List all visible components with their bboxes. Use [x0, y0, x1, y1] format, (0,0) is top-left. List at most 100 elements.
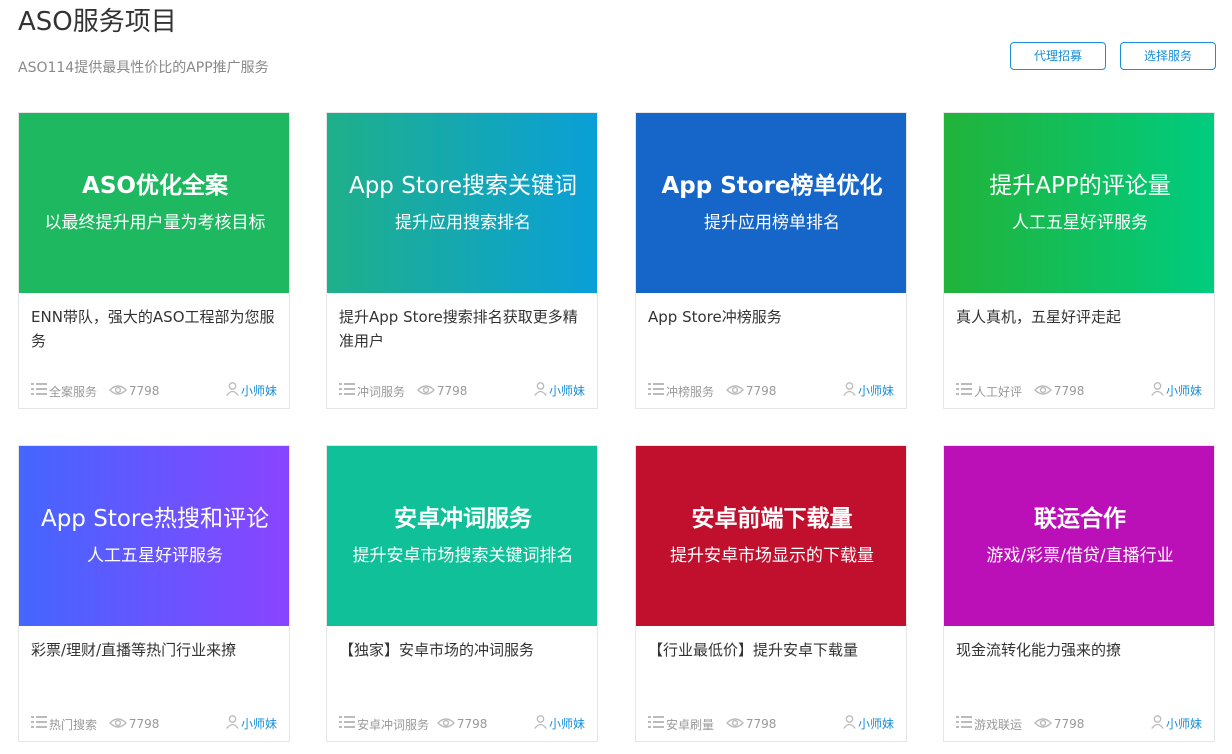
list-icon [956, 382, 972, 402]
card-banner-title: ASO优化全案 [82, 173, 228, 199]
eye-icon [725, 382, 744, 402]
card-banner-subtitle: 提升安卓市场搜索关键词排名 [352, 546, 574, 566]
list-icon [648, 382, 664, 402]
eye-icon [1033, 715, 1052, 735]
card-banner[interactable]: App Store热搜和评论 人工五星好评服务 [19, 446, 289, 626]
service-card-appstore-keyword[interactable]: App Store搜索关键词 提升应用搜索排名 提升App Store搜索排名获… [326, 112, 598, 409]
user-icon [226, 381, 239, 402]
user-icon [843, 714, 856, 735]
eye-icon [108, 382, 127, 402]
service-card-android-keyword[interactable]: 安卓冲词服务 提升安卓市场搜索关键词排名 【独家】安卓市场的冲词服务 安卓冲词服… [326, 445, 598, 742]
card-banner-title: 联运合作 [1034, 506, 1126, 532]
card-banner-title: 安卓冲词服务 [394, 506, 532, 532]
card-category[interactable]: 热门搜索 [49, 715, 97, 735]
card-banner[interactable]: 提升APP的评论量 人工五星好评服务 [944, 113, 1214, 293]
card-author[interactable]: 小师妹 [241, 384, 277, 398]
page-subtitle: ASO114提供最具性价比的APP推广服务 [18, 60, 269, 76]
list-icon [648, 715, 664, 735]
user-icon [226, 714, 239, 735]
card-banner-subtitle: 人工五星好评服务 [1012, 213, 1148, 233]
card-meta: 全案服务 7798 小师妹 [31, 381, 277, 401]
list-icon [339, 715, 355, 735]
card-banner[interactable]: ASO优化全案 以最终提升用户量为考核目标 [19, 113, 289, 293]
card-description[interactable]: 【行业最低价】提升安卓下载量 [648, 638, 896, 662]
card-banner-title: 提升APP的评论量 [989, 173, 1171, 199]
select-service-button[interactable]: 选择服务 [1120, 42, 1216, 70]
card-banner[interactable]: 联运合作 游戏/彩票/借贷/直播行业 [944, 446, 1214, 626]
card-description[interactable]: 真人真机，五星好评走起 [956, 305, 1204, 329]
card-meta: 热门搜索 7798 小师妹 [31, 714, 277, 734]
card-author[interactable]: 小师妹 [858, 384, 894, 398]
card-category[interactable]: 冲榜服务 [666, 382, 714, 402]
card-views: 7798 [456, 717, 488, 732]
card-meta: 人工好评 7798 小师妹 [956, 381, 1202, 401]
card-banner-subtitle: 人工五星好评服务 [87, 546, 223, 566]
card-banner[interactable]: App Store搜索关键词 提升应用搜索排名 [327, 113, 597, 293]
card-views: 7798 [1053, 384, 1085, 399]
card-author[interactable]: 小师妹 [549, 384, 585, 398]
card-description[interactable]: App Store冲榜服务 [648, 305, 896, 329]
card-meta: 冲榜服务 7798 小师妹 [648, 381, 894, 401]
service-card-hot-search[interactable]: App Store热搜和评论 人工五星好评服务 彩票/理财/直播等热门行业来撩 … [18, 445, 290, 742]
service-card-appstore-ranking[interactable]: App Store榜单优化 提升应用榜单排名 App Store冲榜服务 冲榜服… [635, 112, 907, 409]
user-icon [1151, 714, 1164, 735]
user-icon [1151, 381, 1164, 402]
card-banner-title: App Store搜索关键词 [348, 173, 578, 199]
card-category[interactable]: 安卓刷量 [666, 715, 714, 735]
user-icon [534, 714, 547, 735]
card-banner-title: 安卓前端下载量 [691, 506, 853, 532]
card-banner[interactable]: App Store榜单优化 提升应用榜单排名 [636, 113, 906, 293]
card-description[interactable]: 彩票/理财/直播等热门行业来撩 [31, 638, 279, 662]
user-icon [534, 381, 547, 402]
card-category[interactable]: 冲词服务 [357, 382, 405, 402]
eye-icon [725, 715, 744, 735]
card-category[interactable]: 全案服务 [49, 382, 97, 402]
card-views: 7798 [436, 384, 468, 399]
card-description[interactable]: ENN带队，强大的ASO工程部为您服务 [31, 305, 279, 353]
service-card-app-reviews[interactable]: 提升APP的评论量 人工五星好评服务 真人真机，五星好评走起 人工好评 7798… [943, 112, 1215, 409]
card-author[interactable]: 小师妹 [1166, 717, 1202, 731]
card-views: 7798 [128, 717, 160, 732]
agent-recruit-button[interactable]: 代理招募 [1010, 42, 1106, 70]
card-author[interactable]: 小师妹 [241, 717, 277, 731]
card-views: 7798 [128, 384, 160, 399]
card-author[interactable]: 小师妹 [858, 717, 894, 731]
card-category[interactable]: 游戏联运 [974, 715, 1022, 735]
card-banner-subtitle: 提升应用搜索排名 [395, 213, 531, 233]
card-banner-subtitle: 提升安卓市场显示的下载量 [670, 546, 874, 566]
card-banner[interactable]: 安卓前端下载量 提升安卓市场显示的下载量 [636, 446, 906, 626]
card-meta: 安卓刷量 7798 小师妹 [648, 714, 894, 734]
list-icon [31, 382, 47, 402]
list-icon [339, 382, 355, 402]
list-icon [31, 715, 47, 735]
card-meta: 游戏联运 7798 小师妹 [956, 714, 1202, 734]
card-author[interactable]: 小师妹 [1166, 384, 1202, 398]
card-banner[interactable]: 安卓冲词服务 提升安卓市场搜索关键词排名 [327, 446, 597, 626]
card-banner-title: App Store榜单优化 [661, 173, 883, 199]
eye-icon [108, 715, 127, 735]
list-icon [956, 715, 972, 735]
eye-icon [436, 715, 455, 735]
service-card-aso-full[interactable]: ASO优化全案 以最终提升用户量为考核目标 ENN带队，强大的ASO工程部为您服… [18, 112, 290, 409]
page-title: ASO服务项目 [18, 7, 177, 37]
card-meta: 冲词服务 7798 小师妹 [339, 381, 585, 401]
eye-icon [416, 382, 435, 402]
card-description[interactable]: 提升App Store搜索排名获取更多精准用户 [339, 305, 587, 353]
card-author[interactable]: 小师妹 [549, 717, 585, 731]
service-card-android-downloads[interactable]: 安卓前端下载量 提升安卓市场显示的下载量 【行业最低价】提升安卓下载量 安卓刷量… [635, 445, 907, 742]
card-views: 7798 [745, 717, 777, 732]
card-description[interactable]: 【独家】安卓市场的冲词服务 [339, 638, 587, 662]
card-banner-title: App Store热搜和评论 [40, 506, 270, 532]
card-meta: 安卓冲词服务 7798 小师妹 [339, 714, 585, 734]
card-views: 7798 [1053, 717, 1085, 732]
service-card-joint-operation[interactable]: 联运合作 游戏/彩票/借贷/直播行业 现金流转化能力强来的撩 游戏联运 7798… [943, 445, 1215, 742]
card-category[interactable]: 人工好评 [974, 382, 1022, 402]
page: ASO服务项目 ASO114提供最具性价比的APP推广服务 代理招募 选择服务 … [0, 0, 1232, 754]
card-banner-subtitle: 游戏/彩票/借贷/直播行业 [986, 546, 1174, 566]
card-banner-subtitle: 提升应用榜单排名 [704, 213, 840, 233]
card-views: 7798 [745, 384, 777, 399]
eye-icon [1033, 382, 1052, 402]
card-description[interactable]: 现金流转化能力强来的撩 [956, 638, 1204, 662]
card-category[interactable]: 安卓冲词服务 [357, 715, 429, 735]
card-banner-subtitle: 以最终提升用户量为考核目标 [44, 213, 266, 233]
